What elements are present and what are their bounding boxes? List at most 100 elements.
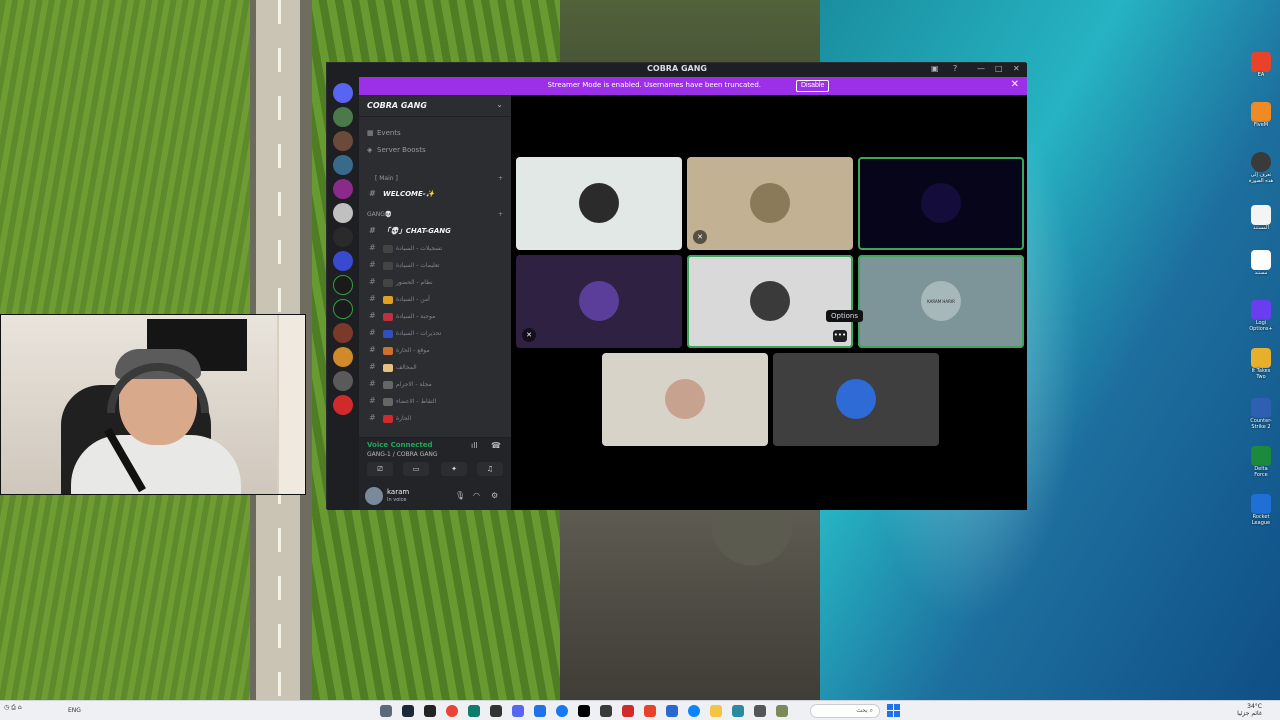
participant-tile[interactable] [516,157,682,250]
close-banner-icon[interactable]: ✕ [1011,79,1019,90]
desktop-icon-rocket-league[interactable]: Rocket League [1248,494,1274,526]
gear-icon[interactable]: ⚙ [491,491,498,500]
taskbar-tray-left[interactable]: ◷ ⎙ ⌂ [4,704,22,712]
soundboard-button[interactable]: ♫ [477,462,503,476]
channel-welcome[interactable]: # WELCOME-✨ [369,187,503,201]
more-options-button[interactable]: ••• [833,330,847,342]
channel-item[interactable]: # نظام - الحضور [369,275,503,289]
server-icon[interactable] [333,227,353,247]
desktop-icon-file[interactable]: مستند [1248,250,1274,276]
language-indicator[interactable]: ENG [68,707,81,714]
avatar[interactable] [365,487,383,505]
participant-tile[interactable] [602,353,768,446]
server-icon[interactable] [333,131,353,151]
channel-item[interactable]: # الحارة [369,411,503,425]
taskbar-app-icon[interactable] [776,705,788,717]
channel-item[interactable]: # تحذيرات - السيادة [369,326,503,340]
category-main[interactable]: [ Main ] + [367,175,503,185]
server-icon[interactable] [333,179,353,199]
server-icon-cobra-gang[interactable] [333,107,353,127]
taskbar-app-icon[interactable] [666,705,678,717]
participant-tile[interactable] [858,157,1024,250]
file-explorer-icon[interactable] [710,705,722,717]
taskbar-app-icon[interactable] [732,705,744,717]
taskbar-app-icon[interactable] [622,705,634,717]
screen-share-button[interactable]: ▭ [403,462,429,476]
inbox-icon[interactable]: ▣ [931,64,939,73]
taskbar-app-icon[interactable] [534,705,546,717]
activity-button[interactable]: ✦ [441,462,467,476]
desktop-icon-logi-options[interactable]: Logi Options+ [1248,300,1274,332]
taskbar-app-icon[interactable] [490,705,502,717]
channel-item[interactable]: # مجلة - الاجرام [369,377,503,391]
taskbar-app-icon[interactable] [754,705,766,717]
hash-icon: # [369,260,376,269]
disconnect-icon[interactable]: ☎ [491,441,501,450]
facebook-icon[interactable] [556,705,568,717]
server-icon[interactable] [333,323,353,343]
desktop-icon-document[interactable]: المستند [1248,205,1274,231]
channel-item[interactable]: # تسجيلات - السيادة [369,241,503,255]
desktop-icon-fivem[interactable]: FiveM [1248,102,1274,128]
skull-icon [383,244,393,253]
channel-item[interactable]: # المخالف [369,360,503,374]
steam-icon[interactable] [402,705,414,717]
signal-icon[interactable]: ıll [471,441,478,450]
windows-start-button[interactable] [887,704,901,718]
user-name: karam [387,488,410,496]
close-window-icon[interactable]: ✕ [1013,64,1020,73]
disable-streamer-mode-button[interactable]: Disable [796,80,830,92]
maximize-icon[interactable]: □ [995,64,1003,73]
channel-item[interactable]: # تعليمات - السيادة [369,258,503,272]
taskbar-app-icon[interactable] [600,705,612,717]
participant-tile[interactable] [773,353,939,446]
desktop-icon-counter-strike[interactable]: Counter-Strike 2 [1248,398,1274,430]
voice-channel-name[interactable]: GANG-1 / COBRA GANG [367,451,438,458]
weather-widget[interactable]: 34°C غائم جزئيا [1237,703,1262,717]
server-boosts-item[interactable]: ◈ Server Boosts [367,146,426,160]
server-header[interactable]: COBRA GANG ⌄ [359,95,511,117]
channel-item[interactable]: # أمن - السيادة [369,292,503,306]
server-icon[interactable] [333,395,353,415]
webcam-overlay [0,314,306,495]
server-icon[interactable] [333,347,353,367]
participant-tile[interactable]: ✕ [516,255,682,348]
participant-tile[interactable]: ••• [687,255,853,348]
camera-button[interactable]: ⎚ [367,462,393,476]
microphone-icon[interactable]: 🎙 [455,491,465,500]
edge-icon[interactable] [688,705,700,717]
server-icon[interactable] [333,251,353,271]
help-icon[interactable]: ? [953,64,957,73]
taskbar-app-icon[interactable] [380,705,392,717]
events-item[interactable]: ▦ Events [367,129,401,143]
channel-item[interactable]: # موجبة - السيادة [369,309,503,323]
discord-home-icon[interactable] [333,83,353,103]
server-icon[interactable] [333,371,353,391]
participant-tile[interactable]: KARAM HARIR [858,255,1024,348]
add-channel-icon[interactable]: + [498,175,503,182]
server-icon[interactable] [333,299,353,319]
chrome-icon[interactable] [446,705,458,717]
server-icon[interactable] [333,275,353,295]
channel-item[interactable]: # موقع - الحارة [369,343,503,357]
category-gang[interactable]: GANG💀 + [367,211,503,221]
headphones-icon[interactable]: ◠ [473,491,480,500]
add-channel-icon[interactable]: + [498,211,503,218]
server-icon[interactable] [333,203,353,223]
participant-avatar: KARAM HARIR [921,281,961,321]
desktop-icon-image-info[interactable]: تعرف إلى هذه الصورة [1248,152,1274,184]
terminal-icon[interactable] [424,705,436,717]
channel-item[interactable]: # التقاط - الاعضاء [369,394,503,408]
desktop-icon-ea[interactable]: EA [1248,52,1274,78]
taskbar-app-icon[interactable] [644,705,656,717]
taskbar-app-icon[interactable] [468,705,480,717]
desktop-icon-it-takes-two[interactable]: It Takes Two [1248,348,1274,380]
discord-icon[interactable] [512,705,524,717]
desktop-icon-delta-force[interactable]: Delta Force [1248,446,1274,478]
search-input[interactable]: بحث ⌕ [810,704,880,718]
tiktok-icon[interactable] [578,705,590,717]
channel-chat-gang[interactable]: # 「💀」CHAT-GANG [369,224,503,238]
participant-tile[interactable]: ✕ [687,157,853,250]
server-icon[interactable] [333,155,353,175]
minimize-icon[interactable]: — [977,64,985,73]
